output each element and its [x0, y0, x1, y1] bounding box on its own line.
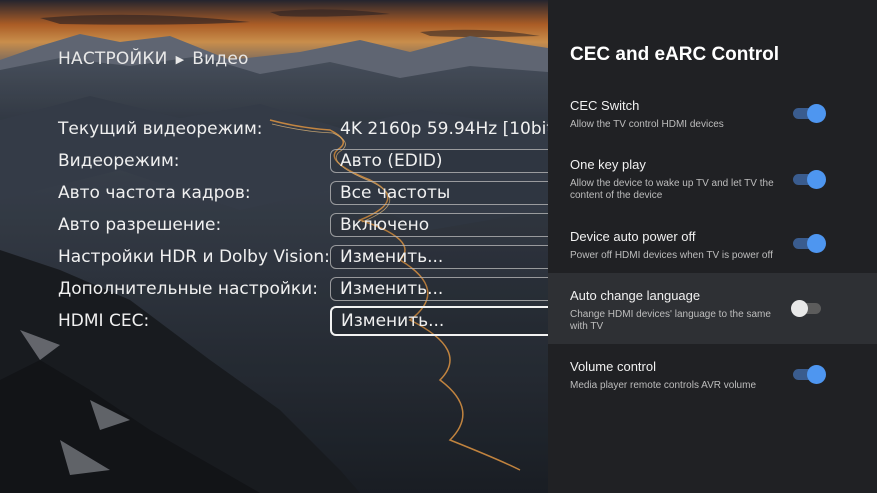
cec-switch-toggle[interactable] [793, 104, 826, 123]
item-desc: Power off HDMI devices when TV is power … [570, 250, 773, 261]
breadcrumb: НАСТРОЙКИ ▶ Видео [58, 49, 249, 69]
item-title: Auto change language [570, 288, 701, 303]
setting-label: Дополнительные настройки: [58, 279, 318, 299]
item-title: Device auto power off [570, 229, 696, 244]
setting-label: Авто разрешение: [58, 215, 222, 235]
item-title: CEC Switch [570, 98, 640, 113]
volume-control-toggle[interactable] [793, 365, 826, 384]
breadcrumb-root[interactable]: НАСТРОЙКИ [58, 49, 168, 69]
setting-label: Видеорежим: [58, 151, 180, 171]
toggle-knob [791, 300, 808, 317]
item-desc: Allow the TV control HDMI devices [570, 119, 724, 130]
one-key-play-toggle[interactable] [793, 170, 826, 189]
item-volume-control[interactable]: Volume control Media player remote contr… [548, 359, 877, 399]
item-auto-change-language[interactable]: Auto change language Change HDMI devices… [548, 273, 877, 344]
item-desc: Allow the device to wake up TV and let T… [570, 178, 774, 201]
cec-earc-panel: CEC and eARC Control CEC Switch Allow th… [548, 0, 877, 493]
auto-change-language-toggle[interactable] [791, 300, 823, 317]
item-desc: Media player remote controls AVR volume [570, 380, 757, 391]
toggle-knob [807, 104, 826, 123]
item-title: Volume control [570, 359, 656, 374]
breadcrumb-arrow-icon: ▶ [175, 52, 185, 66]
toggle-knob [807, 170, 826, 189]
setting-label: Текущий видеорежим: [58, 119, 263, 139]
item-device-auto-power-off[interactable]: Device auto power off Power off HDMI dev… [548, 229, 877, 273]
current-video-mode-value: 4K 2160p 59.94Hz [10bit 4: [340, 119, 575, 139]
setting-label: Авто частота кадров: [58, 183, 251, 203]
device-auto-power-off-toggle[interactable] [793, 234, 826, 253]
breadcrumb-current: Видео [192, 49, 249, 69]
setting-label: Настройки HDR и Dolby Vision: [58, 247, 330, 267]
item-one-key-play[interactable]: One key play Allow the device to wake up… [548, 157, 877, 219]
panel-title: CEC and eARC Control [570, 44, 779, 65]
setting-label: HDMI CEC: [58, 311, 150, 331]
item-title: One key play [570, 157, 646, 172]
item-cec-switch[interactable]: CEC Switch Allow the TV control HDMI dev… [548, 98, 877, 148]
toggle-knob [807, 234, 826, 253]
toggle-knob [807, 365, 826, 384]
item-desc: Change HDMI devices' language to the sam… [570, 309, 771, 332]
